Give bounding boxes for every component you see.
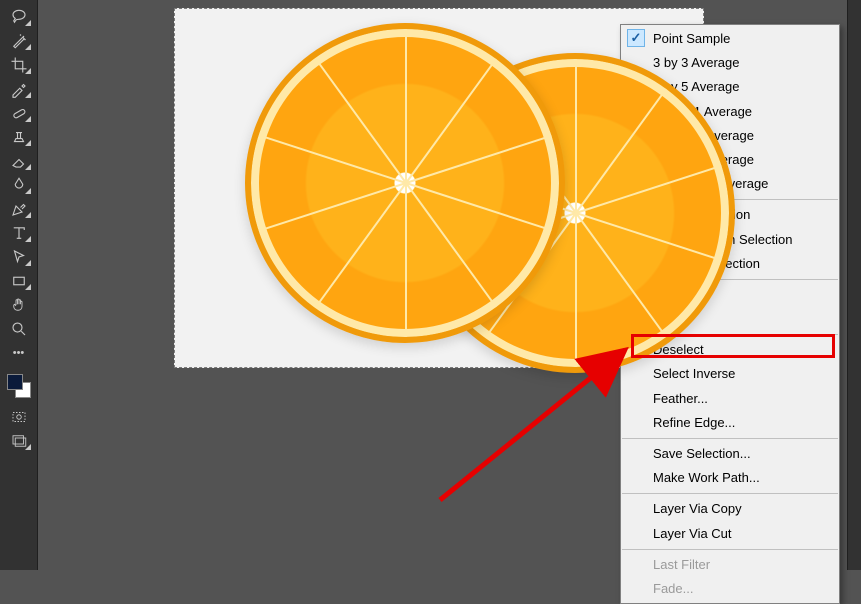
menu-item-feather[interactable]: Feather... bbox=[621, 387, 839, 411]
type-tool[interactable] bbox=[5, 222, 33, 244]
tools-toolbar: ••• bbox=[0, 0, 38, 570]
menu-item-make-work-path[interactable]: Make Work Path... bbox=[621, 466, 839, 490]
color-swatches[interactable] bbox=[5, 372, 33, 400]
menu-separator bbox=[622, 438, 838, 439]
menu-item-fade: Fade... bbox=[621, 577, 839, 601]
eraser-tool[interactable] bbox=[5, 150, 33, 172]
menu-item-refine-edge[interactable]: Refine Edge... bbox=[621, 411, 839, 435]
menu-item-layer-via-cut[interactable]: Layer Via Cut bbox=[621, 522, 839, 546]
path-select-tool[interactable] bbox=[5, 246, 33, 268]
menu-item-point-sample[interactable]: ✓Point Sample bbox=[621, 27, 839, 51]
foreground-color-swatch[interactable] bbox=[7, 374, 23, 390]
more-tools[interactable]: ••• bbox=[5, 342, 33, 364]
checkmark-icon: ✓ bbox=[627, 29, 645, 47]
menu-separator bbox=[622, 493, 838, 494]
menu-item-save-selection[interactable]: Save Selection... bbox=[621, 442, 839, 466]
lasso-tool[interactable] bbox=[5, 6, 33, 28]
rectangle-tool[interactable] bbox=[5, 270, 33, 292]
eyedropper-tool[interactable] bbox=[5, 78, 33, 100]
crop-tool[interactable] bbox=[5, 54, 33, 76]
blur-tool[interactable] bbox=[5, 174, 33, 196]
hand-tool[interactable] bbox=[5, 294, 33, 316]
document-canvas[interactable] bbox=[174, 8, 704, 368]
selection-marquee bbox=[249, 27, 561, 339]
menu-separator bbox=[622, 549, 838, 550]
quick-mask-toggle[interactable] bbox=[5, 406, 33, 428]
spot-heal-tool[interactable] bbox=[5, 102, 33, 124]
right-panel-strip bbox=[847, 0, 861, 570]
pen-tool[interactable] bbox=[5, 198, 33, 220]
zoom-tool[interactable] bbox=[5, 318, 33, 340]
magic-wand-tool[interactable] bbox=[5, 30, 33, 52]
screen-mode-toggle[interactable] bbox=[5, 430, 33, 452]
clone-stamp-tool[interactable] bbox=[5, 126, 33, 148]
menu-item-last-filter: Last Filter bbox=[621, 553, 839, 577]
menu-item-layer-via-copy[interactable]: Layer Via Copy bbox=[621, 497, 839, 521]
